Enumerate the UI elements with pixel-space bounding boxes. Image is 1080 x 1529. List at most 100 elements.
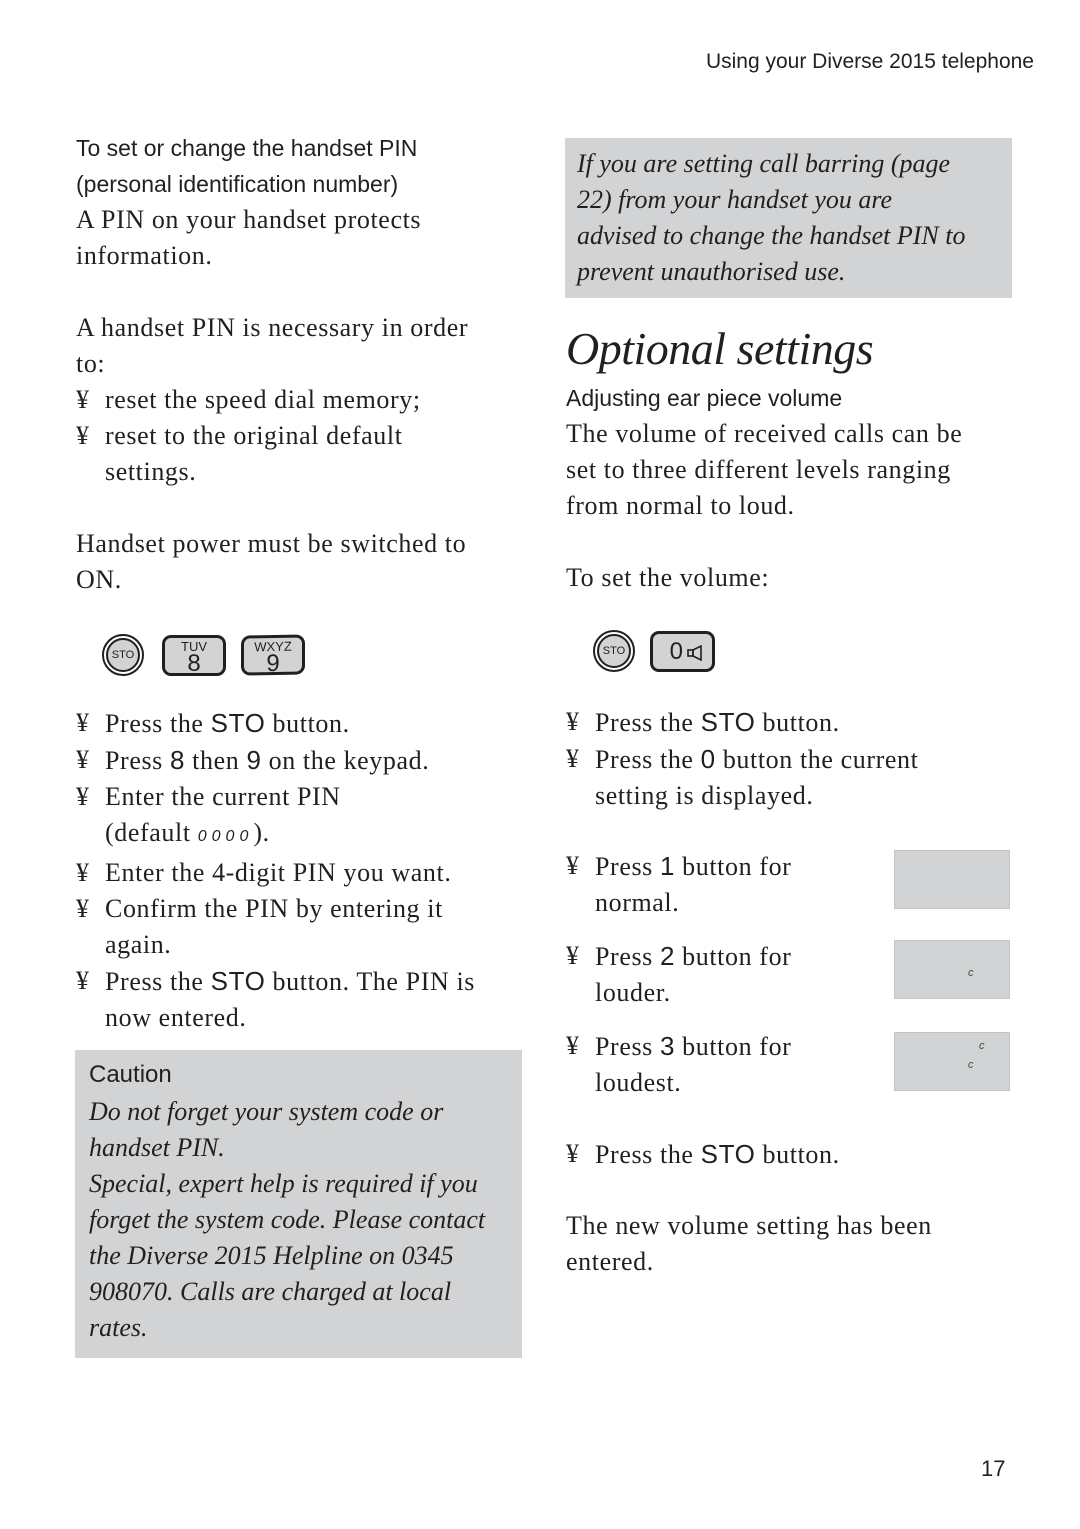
volume-intro: The volume of received calls can be set … [566, 416, 1016, 524]
bullet-mark: ¥ [566, 851, 580, 880]
text-line: Handset power must be switched to [76, 529, 467, 558]
bullet-mark: ¥ [76, 745, 90, 774]
text-line: Special, expert help is required if you [89, 1169, 478, 1198]
bullet-mark: ¥ [76, 421, 90, 450]
text: button the current [715, 745, 919, 774]
text-line: A handset PIN is necessary in order [76, 313, 469, 342]
list-item: ¥ Press the STO button. [566, 704, 1006, 741]
text: Press the [595, 1140, 701, 1169]
text-line: 908070. Calls are charged at local [89, 1277, 452, 1306]
text-line: reset to the original default [105, 421, 403, 450]
text-line: handset PIN. [89, 1133, 225, 1162]
key-ref: STO [700, 1139, 756, 1169]
requirements-list: ¥ reset the speed dial memory; ¥ reset t… [76, 382, 536, 490]
key-9-icon: WXYZ 9 [241, 634, 305, 678]
list-item: ¥ Press 8 then 9 on the keypad. [76, 742, 536, 779]
text: Press the [595, 708, 701, 737]
list-item: ¥ Press the 0 button the current setting … [566, 741, 1006, 814]
final-step: ¥ Press the STO button. [566, 1136, 1006, 1173]
bullet-mark: ¥ [566, 707, 580, 736]
text-line: The new volume setting has been [566, 1211, 932, 1240]
volume-level-item: ¥ Press 1 button for normal. [566, 848, 866, 921]
list-item: ¥ Press the STO button. [76, 705, 536, 742]
text: Press the [105, 967, 211, 996]
key-digit: 9 [266, 649, 280, 678]
key-ref: 2 [660, 941, 676, 971]
text: Press the [105, 709, 211, 738]
right-column: Adjusting ear piece volume The volume of… [566, 380, 1016, 596]
closing-paragraph: The new volume setting has been entered. [566, 1208, 1006, 1280]
text: button. The PIN is [265, 967, 475, 996]
text-line: the Diverse 2015 Helpline on 0345 [89, 1241, 454, 1270]
key-0-volume-icon: 0 [650, 631, 715, 672]
volume-bar-icon: c [968, 1059, 974, 1071]
display-loudest-volume: c c [894, 1032, 1010, 1091]
text: button. [265, 709, 350, 738]
text-line: entered. [566, 1247, 654, 1276]
volume-level-item: ¥ Press 3 button for loudest. [566, 1028, 866, 1101]
key-ref: 9 [246, 745, 262, 775]
list-item-text: reset the speed dial memory; [105, 385, 421, 414]
call-barring-note: If you are setting call barring (page 22… [565, 138, 1012, 298]
bullet-mark: ¥ [76, 708, 90, 737]
section-subheading: Adjusting ear piece volume [566, 385, 843, 411]
power-paragraph: Handset power must be switched to ON. [76, 526, 536, 598]
text-line: Do not forget your system code or [89, 1097, 444, 1126]
display-normal-volume [894, 850, 1010, 909]
text: button for [675, 852, 792, 881]
to-set-label: To set the volume: [566, 563, 770, 592]
text-line: from normal to loud. [566, 491, 795, 520]
caution-text: Do not forget your system code or handse… [89, 1094, 508, 1346]
text-line: prevent unauthorised use. [577, 257, 846, 286]
list-item: ¥ Enter the current PIN (default 0000). [76, 779, 536, 855]
bullet-mark: ¥ [566, 744, 580, 773]
text-line: information. [76, 241, 213, 270]
bullet-mark: ¥ [566, 941, 580, 970]
text: again. [105, 930, 172, 959]
page-title: Optional settings [566, 323, 874, 374]
text-line: settings. [105, 457, 197, 486]
text-line: A PIN on your handset protects [76, 205, 422, 234]
page-number: 17 [981, 1456, 1006, 1481]
text: Confirm the PIN by entering it [105, 894, 443, 923]
text-line: The volume of received calls can be [566, 419, 963, 448]
text: loudest. [595, 1068, 682, 1097]
bullet-mark: ¥ [76, 858, 90, 887]
list-item: ¥ Enter the 4-digit PIN you want. [76, 855, 536, 891]
text: (default [105, 818, 198, 847]
key-digit: 0 [669, 638, 683, 665]
text: button for [675, 942, 792, 971]
section-subheading: To set or change the handset PIN [76, 135, 418, 161]
sto-key-icon: STO [593, 630, 635, 672]
text: button for [675, 1032, 792, 1061]
bullet-mark: ¥ [76, 782, 90, 811]
volume-bar-icon: c [979, 1040, 985, 1052]
key-label: STO [106, 638, 140, 672]
caution-title: Caution [89, 1061, 172, 1088]
text: now entered. [105, 1003, 247, 1032]
key-ref: STO [700, 707, 756, 737]
key-ref: STO [210, 708, 266, 738]
running-header: Using your Diverse 2015 telephone [705, 50, 1034, 73]
key-ref: 8 [170, 745, 186, 775]
bullet-mark: ¥ [76, 966, 90, 995]
list-item: ¥ Confirm the PIN by entering it again. [76, 891, 536, 963]
key-8-icon: TUV 8 [162, 635, 226, 676]
text: Enter the current PIN [105, 782, 341, 811]
key-label: STO [597, 634, 631, 668]
key-ref: 0 [700, 744, 716, 774]
volume-level-item: ¥ Press 2 button for louder. [566, 938, 866, 1011]
necessary-paragraph: A handset PIN is necessary in order to: [76, 310, 536, 382]
text: button. [755, 708, 840, 737]
text: Enter the 4-digit PIN you want. [105, 858, 452, 887]
text-line: rates. [89, 1313, 148, 1342]
text-line: If you are setting call barring (page [577, 149, 951, 178]
text-line: advised to change the handset PIN to [577, 221, 966, 250]
bullet-mark: ¥ [566, 1139, 580, 1168]
text: normal. [595, 888, 680, 917]
text: Press [595, 1032, 660, 1061]
text: on the keypad. [261, 746, 430, 775]
text: Press [595, 942, 660, 971]
bullet-mark: ¥ [566, 1031, 580, 1060]
speaker-icon [687, 644, 703, 662]
